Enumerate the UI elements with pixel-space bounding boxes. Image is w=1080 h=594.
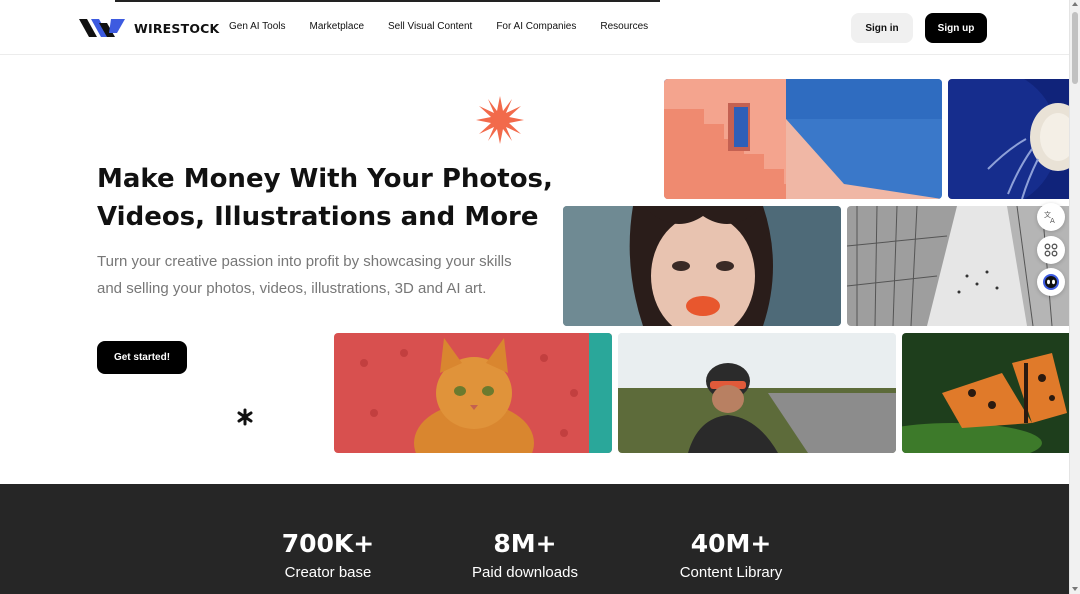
photo-tile-portrait[interactable] [563, 206, 841, 326]
loading-bar [115, 0, 660, 2]
photo-tile-staircase[interactable] [664, 79, 942, 199]
main-nav: Gen AI Tools Marketplace Sell Visual Con… [229, 21, 648, 32]
nav-marketplace[interactable]: Marketplace [310, 21, 364, 32]
photo-tile-butterfly[interactable] [902, 333, 1073, 453]
translate-icon: 文 A [1044, 210, 1055, 224]
apps-button[interactable] [1037, 236, 1065, 264]
stat-value: 8M+ [493, 529, 557, 558]
svg-text:A: A [1050, 217, 1055, 224]
photo-tile-cat[interactable] [334, 333, 612, 453]
assistant-icon [1043, 274, 1059, 290]
nav-gen-ai-tools[interactable]: Gen AI Tools [229, 21, 286, 32]
nav-resources[interactable]: Resources [600, 21, 648, 32]
wirestock-logo-icon [79, 19, 125, 37]
nav-sell-visual-content[interactable]: Sell Visual Content [388, 21, 472, 32]
stat-label: Paid downloads [472, 564, 578, 581]
hero-title-line2: Videos, Illustrations and More [97, 202, 539, 232]
sign-up-button[interactable]: Sign up [925, 13, 987, 43]
hero-subtitle: Turn your creative passion into profit b… [97, 253, 512, 297]
assistant-button[interactable] [1037, 268, 1065, 296]
apps-icon [1044, 243, 1058, 257]
stat-paid-downloads: 8M+ Paid downloads [464, 529, 586, 584]
nav-for-ai-companies[interactable]: For AI Companies [496, 21, 576, 32]
stat-value: 40M+ [690, 529, 772, 558]
hero-title: Make Money With Your Photos, Videos, Ill… [97, 160, 557, 236]
brand-name: WIRESTOCK [134, 20, 220, 36]
stat-content-library: 40M+ Content Library [670, 529, 792, 584]
hero-title-line1: Make Money With Your Photos, [97, 164, 553, 194]
photo-tile-jellyfish[interactable] [948, 79, 1073, 199]
brand-logo[interactable]: WIRESTOCK [79, 15, 219, 41]
orange-star-icon [476, 96, 524, 144]
photo-tile-cyclist[interactable] [618, 333, 896, 453]
scroll-down-icon[interactable] [1072, 587, 1078, 591]
get-started-button[interactable]: Get started! [97, 341, 187, 374]
stats-band: 700K+ Creator base 8M+ Paid downloads 40… [0, 484, 1069, 594]
sign-in-button[interactable]: Sign in [851, 13, 913, 43]
scroll-thumb[interactable] [1072, 12, 1078, 84]
site-header: WIRESTOCK Gen AI Tools Marketplace Sell … [0, 0, 1069, 55]
stat-label: Creator base [284, 564, 372, 581]
scroll-up-icon[interactable] [1072, 2, 1078, 6]
page-scrollbar[interactable] [1069, 0, 1080, 594]
stat-value: 700K+ [281, 529, 375, 558]
translate-button[interactable]: 文 A [1037, 203, 1065, 231]
asterisk-icon [237, 408, 253, 426]
stat-creator-base: 700K+ Creator base [278, 529, 378, 584]
stat-label: Content Library [679, 564, 783, 581]
